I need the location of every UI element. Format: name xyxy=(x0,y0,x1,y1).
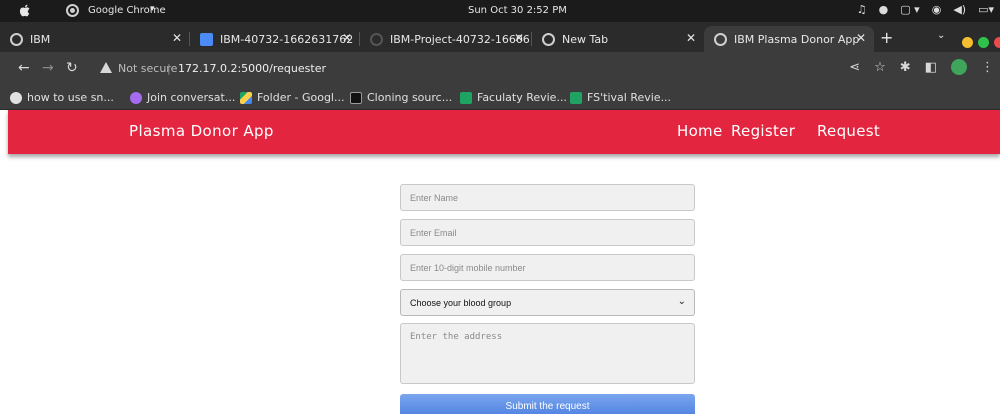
tab-search-chevron-icon[interactable]: ⌄ xyxy=(937,30,945,41)
bookmark-star-icon[interactable]: ☆ xyxy=(874,60,886,76)
github-icon xyxy=(10,91,22,104)
battery-icon[interactable]: ▭▾ xyxy=(978,3,994,16)
wifi-icon[interactable]: ◉ xyxy=(932,3,942,16)
bookmark-item[interactable]: Faculaty Revie... xyxy=(460,91,567,104)
bookmark-label: Folder - Googl... xyxy=(257,91,345,104)
sheet-icon xyxy=(460,91,472,104)
tab-ibm-40732[interactable]: IBM-40732-1662631762 ✕ xyxy=(190,26,360,52)
extensions-puzzle-icon[interactable]: ✱ xyxy=(900,60,911,76)
bookmark-item[interactable]: Cloning sourc... xyxy=(350,91,452,104)
nav-register[interactable]: Register xyxy=(731,122,795,140)
dev-icon xyxy=(350,91,362,104)
bookmark-label: Faculaty Revie... xyxy=(477,91,567,104)
app-brand[interactable]: Plasma Donor App xyxy=(129,122,274,140)
bookmark-item[interactable]: FS'tival Revie... xyxy=(570,91,671,104)
tab-label: IBM Plasma Donor App xyxy=(734,32,860,46)
bookmark-item[interactable]: Join conversat... xyxy=(130,91,235,104)
bookmark-label: Join conversat... xyxy=(147,91,236,104)
back-arrow-icon[interactable]: ← xyxy=(18,60,30,76)
chrome-icon xyxy=(10,33,23,46)
name-input[interactable] xyxy=(400,184,695,211)
warning-icon[interactable] xyxy=(100,62,112,73)
tab-ibm-plasma-donor-app[interactable]: IBM Plasma Donor App ✕ xyxy=(704,26,874,52)
side-panel-icon[interactable]: ◧ xyxy=(925,60,937,76)
address-bar-url[interactable]: 172.17.0.2:5000/requester xyxy=(178,62,326,75)
github-icon xyxy=(370,33,383,46)
tab-label: IBM-40732-1662631762 xyxy=(220,32,354,46)
bookmarks-bar: how to use sn... Join conversat... Folde… xyxy=(0,86,1000,110)
close-icon[interactable]: ✕ xyxy=(514,31,524,45)
email-input[interactable] xyxy=(400,219,695,246)
system-tray: ♫ ● ▢ ▾ ◉ ◀) ▭▾ xyxy=(857,3,994,16)
bookmark-item[interactable]: how to use sn... xyxy=(10,91,114,104)
chrome-icon xyxy=(66,4,79,17)
minimize-window-icon[interactable] xyxy=(962,37,973,48)
chevron-down-icon: ⌄ xyxy=(677,296,686,307)
bookmark-item[interactable]: Folder - Googl... xyxy=(240,91,344,104)
nav-home[interactable]: Home xyxy=(677,122,723,140)
close-icon[interactable]: ✕ xyxy=(342,31,352,45)
close-window-icon[interactable] xyxy=(994,37,1000,48)
toolbar-actions: ⋖ ☆ ✱ ◧ ⋮ xyxy=(849,59,994,76)
bookmark-label: how to use sn... xyxy=(27,91,114,104)
blood-group-select[interactable]: Choose your blood group ⌄ xyxy=(400,289,695,316)
reload-icon[interactable]: ↻ xyxy=(66,60,78,76)
chrome-icon xyxy=(542,33,555,46)
os-clock[interactable]: Sun Oct 30 2:52 PM xyxy=(468,5,567,16)
os-top-bar: Google Chrome ▾ Sun Oct 30 2:52 PM ♫ ● ▢… xyxy=(0,0,1000,22)
profile-avatar[interactable] xyxy=(951,59,967,75)
tab-label: IBM-Project-40732-16606 xyxy=(390,32,530,46)
tab-new-tab[interactable]: New Tab ✕ xyxy=(532,26,704,52)
drive-icon xyxy=(240,91,252,104)
music-note-icon[interactable]: ♫ xyxy=(857,3,867,16)
caret-down-icon[interactable]: ▾ xyxy=(150,4,155,14)
blood-group-selected-value: Choose your blood group xyxy=(410,297,512,308)
browser-tab-strip: IBM ✕ IBM-40732-1662631762 ✕ IBM-Project… xyxy=(0,22,1000,52)
more-menu-icon[interactable]: ⋮ xyxy=(981,60,994,76)
clipboard-icon[interactable]: ▢ ▾ xyxy=(900,3,919,16)
bookmark-label: FS'tival Revie... xyxy=(587,91,672,104)
address-textarea[interactable] xyxy=(400,323,695,384)
browser-toolbar: ← → ↻ Not secure | 172.17.0.2:5000/reque… xyxy=(0,52,1000,86)
share-icon[interactable]: ⋖ xyxy=(849,60,860,76)
tab-label: IBM xyxy=(30,32,51,46)
document-icon xyxy=(200,33,213,46)
bookmark-label: Cloning sourc... xyxy=(367,91,453,104)
maximize-window-icon[interactable] xyxy=(978,37,989,48)
chat-icon xyxy=(130,91,142,104)
tab-ibm[interactable]: IBM ✕ xyxy=(0,26,190,52)
close-icon[interactable]: ✕ xyxy=(172,31,182,45)
chrome-icon xyxy=(714,33,727,46)
apple-icon[interactable] xyxy=(20,4,31,17)
tab-label: New Tab xyxy=(562,32,609,46)
forward-arrow-icon[interactable]: → xyxy=(42,60,54,76)
close-icon[interactable]: ✕ xyxy=(856,31,866,45)
close-icon[interactable]: ✕ xyxy=(686,31,696,45)
new-tab-plus-icon[interactable]: + xyxy=(880,28,893,47)
submit-request-button[interactable]: Submit the request xyxy=(400,394,695,414)
coffee-icon[interactable]: ● xyxy=(879,3,889,16)
mobile-number-input[interactable] xyxy=(400,254,695,281)
tab-ibm-project[interactable]: IBM-Project-40732-16606 ✕ xyxy=(360,26,532,52)
volume-icon[interactable]: ◀) xyxy=(953,3,966,16)
url-separator: | xyxy=(167,62,171,75)
nav-request[interactable]: Request xyxy=(817,122,880,140)
app-navbar: Plasma Donor App Home Register Request xyxy=(8,110,1000,154)
sheet-icon xyxy=(570,91,582,104)
